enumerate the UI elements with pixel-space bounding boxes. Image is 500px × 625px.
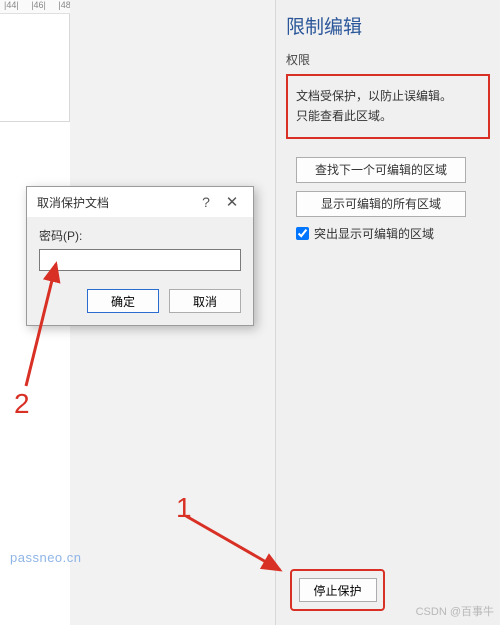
stop-protection-button[interactable]: 停止保护 — [299, 578, 377, 602]
show-all-editable-button[interactable]: 显示可编辑的所有区域 — [296, 191, 466, 217]
stop-protection-highlight: 停止保护 — [290, 569, 385, 611]
pane-title: 限制编辑 — [286, 12, 490, 39]
find-next-editable-button[interactable]: 查找下一个可编辑的区域 — [296, 157, 466, 183]
restrict-editing-pane: 限制编辑 权限 文档受保护，以防止误编辑。 只能查看此区域。 查找下一个可编辑的… — [275, 0, 500, 625]
watermark-csdn: CSDN @百事牛 — [416, 603, 494, 619]
info-line-1: 文档受保护，以防止误编辑。 — [296, 86, 480, 106]
annotation-number-1: 1 — [176, 492, 192, 524]
document-page-edge — [0, 14, 70, 122]
highlight-editable-check-input[interactable] — [296, 227, 309, 240]
watermark-passneo: passneo.cn — [10, 550, 82, 565]
dialog-title-text: 取消保护文档 — [37, 194, 193, 211]
close-icon[interactable]: ✕ — [219, 193, 245, 211]
password-label: 密码(P): — [39, 227, 241, 244]
dialog-titlebar[interactable]: 取消保护文档 ? ✕ — [27, 187, 253, 217]
highlight-editable-checkbox[interactable]: 突出显示可编辑的区域 — [296, 225, 490, 242]
help-icon[interactable]: ? — [193, 194, 219, 210]
dialog-body: 密码(P): 确定 取消 — [27, 217, 253, 325]
info-line-2: 只能查看此区域。 — [296, 106, 480, 126]
protection-info-box: 文档受保护，以防止误编辑。 只能查看此区域。 — [286, 74, 490, 139]
ok-button[interactable]: 确定 — [87, 289, 159, 313]
permissions-heading: 权限 — [286, 51, 490, 68]
password-input[interactable] — [39, 249, 241, 271]
unprotect-document-dialog: 取消保护文档 ? ✕ 密码(P): 确定 取消 — [26, 186, 254, 326]
highlight-editable-label: 突出显示可编辑的区域 — [314, 225, 434, 242]
cancel-button[interactable]: 取消 — [169, 289, 241, 313]
annotation-number-2: 2 — [14, 388, 30, 420]
